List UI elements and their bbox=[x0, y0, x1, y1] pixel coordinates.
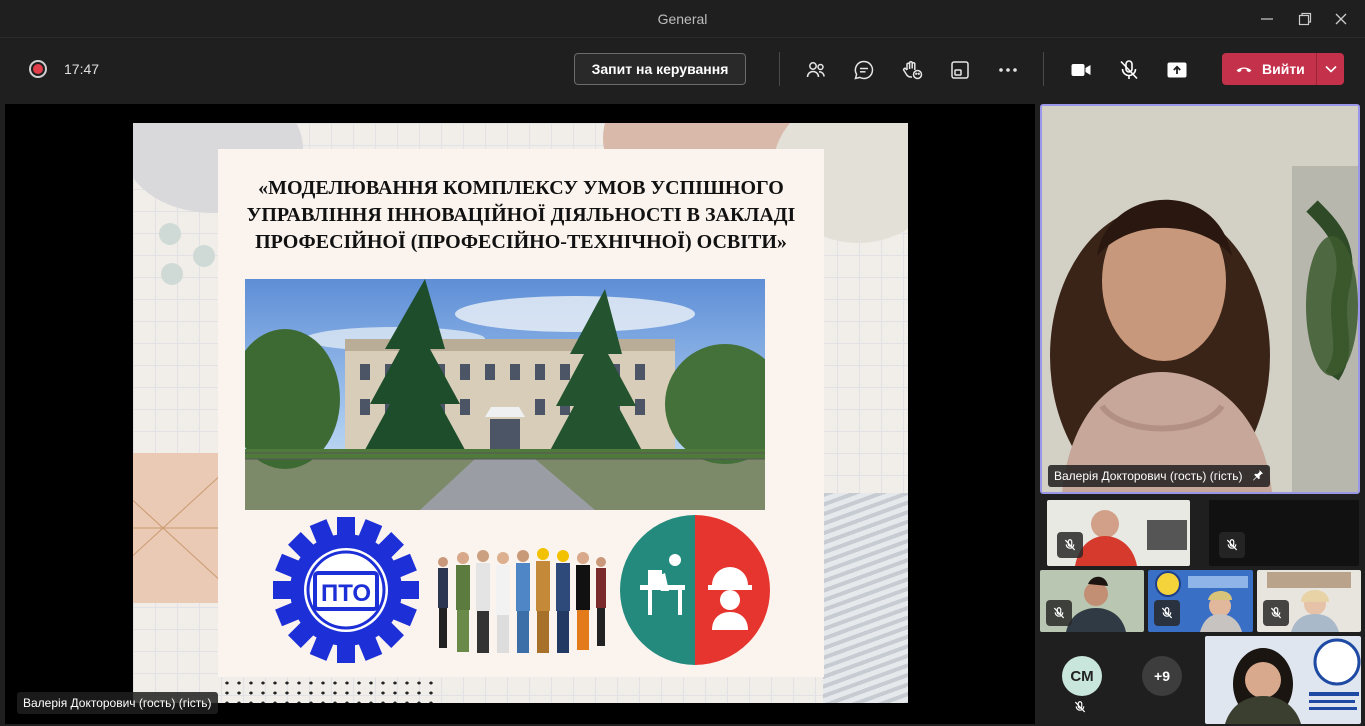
hang-up-icon bbox=[1236, 67, 1252, 73]
mic-off-indicator bbox=[1219, 532, 1245, 558]
logo-text: ПТО bbox=[321, 580, 371, 607]
camera-button[interactable] bbox=[1066, 55, 1096, 85]
restore-button[interactable] bbox=[1292, 6, 1318, 32]
chat-icon bbox=[854, 60, 874, 80]
participant-panel: Валерія Докторович (гость) (гість) CM +9 bbox=[1039, 104, 1361, 724]
participant-video-tile[interactable] bbox=[1257, 570, 1361, 632]
participants-button[interactable] bbox=[801, 55, 831, 85]
mic-off-icon bbox=[1161, 607, 1173, 619]
mic-off-icon bbox=[1064, 539, 1076, 551]
mic-off-icon bbox=[1226, 539, 1238, 551]
leave-options-button[interactable] bbox=[1316, 53, 1344, 85]
participant-avatar-tile[interactable]: CM +9 bbox=[1040, 636, 1200, 724]
mic-off-icon bbox=[1120, 60, 1138, 80]
mic-off-indicator bbox=[1263, 600, 1289, 626]
meeting-toolbar: 17:47 Запит на керування Вийти bbox=[0, 38, 1365, 102]
mic-off-indicator bbox=[1154, 600, 1180, 626]
pto-logo: ПТО bbox=[271, 515, 421, 670]
toolbar-divider bbox=[1043, 52, 1044, 86]
share-screen-button[interactable] bbox=[1162, 55, 1192, 85]
leave-label: Вийти bbox=[1262, 61, 1305, 77]
mic-button[interactable] bbox=[1114, 55, 1144, 85]
decorative-shape bbox=[823, 493, 908, 703]
workers-illustration bbox=[433, 548, 613, 660]
more-icon bbox=[999, 68, 1017, 72]
leave-button[interactable]: Вийти bbox=[1222, 53, 1344, 85]
window-title: General bbox=[657, 11, 708, 27]
camera-icon bbox=[1071, 64, 1091, 76]
participant-video-tile[interactable] bbox=[1148, 570, 1253, 632]
speaker-video-tile[interactable]: Валерія Докторович (гость) (гість) bbox=[1040, 104, 1360, 494]
decorative-dots bbox=[221, 678, 441, 703]
avatar: CM bbox=[1062, 656, 1102, 696]
title-bar: General bbox=[0, 0, 1365, 38]
more-actions-button[interactable] bbox=[993, 55, 1023, 85]
participant-video bbox=[1205, 636, 1361, 724]
slide-title-line: УПРАВЛІННЯ ІННОВАЦІЙНОЇ ДІЯЛЬНОСТІ В ЗАК… bbox=[246, 204, 796, 226]
people-icon bbox=[806, 62, 825, 78]
participant-video-tile[interactable] bbox=[1205, 636, 1361, 724]
participant-tile[interactable] bbox=[1209, 500, 1359, 566]
share-icon bbox=[1167, 62, 1187, 78]
chevron-down-icon bbox=[1324, 65, 1337, 73]
restore-icon bbox=[1298, 12, 1312, 26]
minimize-button[interactable] bbox=[1254, 6, 1280, 32]
mic-off-indicator bbox=[1046, 600, 1072, 626]
request-control-button[interactable]: Запит на керування bbox=[574, 53, 746, 85]
mic-off-icon bbox=[1270, 607, 1282, 619]
reactions-button[interactable] bbox=[897, 55, 927, 85]
mic-off-icon bbox=[1074, 701, 1086, 713]
layout-icon bbox=[951, 61, 969, 79]
recording-icon bbox=[29, 60, 47, 78]
mic-off-indicator bbox=[1073, 700, 1087, 719]
more-participants-button[interactable]: +9 bbox=[1142, 656, 1182, 696]
slide-title: «МОДЕЛЮВАННЯ КОМПЛЕКСУ УМОВ УСПІШНОГО УП… bbox=[218, 175, 824, 256]
slide-title-line: ПРОФЕСІЙНОЇ (ПРОФЕСІЙНО-ТЕХНІЧНОЇ) ОСВІТ… bbox=[255, 231, 787, 253]
view-switch-button[interactable] bbox=[945, 55, 975, 85]
minimize-icon bbox=[1261, 18, 1273, 20]
speaker-name: Валерія Докторович (гость) (гість) bbox=[1054, 469, 1243, 483]
decorative-shape bbox=[133, 453, 224, 603]
building-photo bbox=[245, 279, 765, 510]
pin-icon bbox=[1252, 470, 1263, 481]
chat-button[interactable] bbox=[849, 55, 879, 85]
speaker-video bbox=[1042, 106, 1358, 492]
close-button[interactable] bbox=[1328, 6, 1354, 32]
raise-hand-icon bbox=[902, 61, 923, 80]
speaker-name-tag: Валерія Докторович (гость) (гість) bbox=[1048, 465, 1270, 487]
study-work-icon bbox=[620, 515, 770, 670]
mic-off-icon bbox=[1053, 607, 1065, 619]
presentation-slide: «МОДЕЛЮВАННЯ КОМПЛЕКСУ УМОВ УСПІШНОГО УП… bbox=[133, 123, 908, 703]
close-icon bbox=[1335, 13, 1347, 25]
toolbar-divider bbox=[779, 52, 780, 86]
mic-off-indicator bbox=[1057, 532, 1083, 558]
slide-title-line: «МОДЕЛЮВАННЯ КОМПЛЕКСУ УМОВ УСПІШНОГО bbox=[258, 177, 784, 199]
participant-video-tile[interactable] bbox=[1047, 500, 1190, 566]
meeting-timer: 17:47 bbox=[64, 61, 100, 77]
participant-video-tile[interactable] bbox=[1040, 570, 1144, 632]
shared-content-stage: «МОДЕЛЮВАННЯ КОМПЛЕКСУ УМОВ УСПІШНОГО УП… bbox=[5, 104, 1035, 724]
presenter-name-tag: Валерія Докторович (гость) (гість) bbox=[17, 692, 218, 714]
